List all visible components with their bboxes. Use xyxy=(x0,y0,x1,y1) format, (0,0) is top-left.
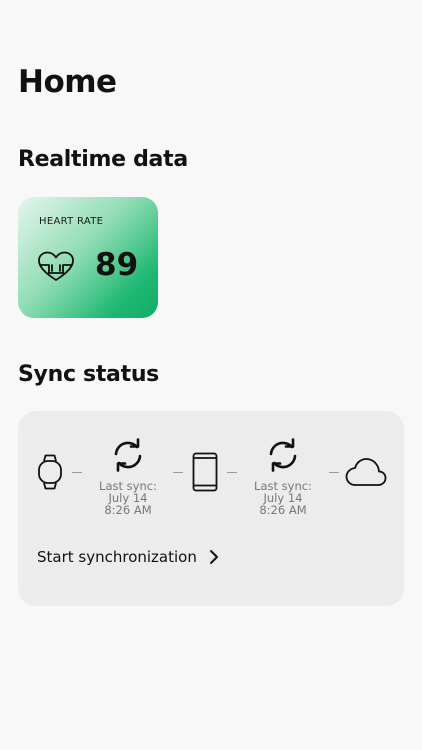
heart-rate-label: HEART RATE xyxy=(39,216,104,227)
sync-section-title: Sync status xyxy=(18,362,159,387)
sync-status-card: Last sync: July 14 8:26 AM Last sync: Ju… xyxy=(18,411,404,606)
last-sync-time: 8:26 AM xyxy=(104,503,152,517)
sync-icon xyxy=(114,438,142,472)
heart-rate-icon xyxy=(38,251,74,281)
sync-icon xyxy=(269,438,297,472)
heart-rate-value: 89 xyxy=(95,247,139,283)
start-sync-button[interactable]: Start synchronization xyxy=(37,548,219,566)
cloud-icon xyxy=(345,458,387,486)
sync-phone-cloud: Last sync: July 14 8:26 AM xyxy=(237,438,329,516)
connector-line xyxy=(72,472,82,473)
start-sync-label: Start synchronization xyxy=(37,548,197,566)
heart-rate-card[interactable]: HEART RATE 89 xyxy=(18,197,158,318)
page-title: Home xyxy=(18,64,117,100)
phone-icon xyxy=(192,452,218,492)
connector-line xyxy=(227,472,237,473)
connector-line xyxy=(329,472,339,473)
chevron-right-icon xyxy=(209,550,218,564)
sync-watch-phone: Last sync: July 14 8:26 AM xyxy=(82,438,174,516)
realtime-section-title: Realtime data xyxy=(18,147,188,172)
watch-icon xyxy=(38,454,62,490)
last-sync-time: 8:26 AM xyxy=(259,503,307,517)
connector-line xyxy=(173,472,183,473)
